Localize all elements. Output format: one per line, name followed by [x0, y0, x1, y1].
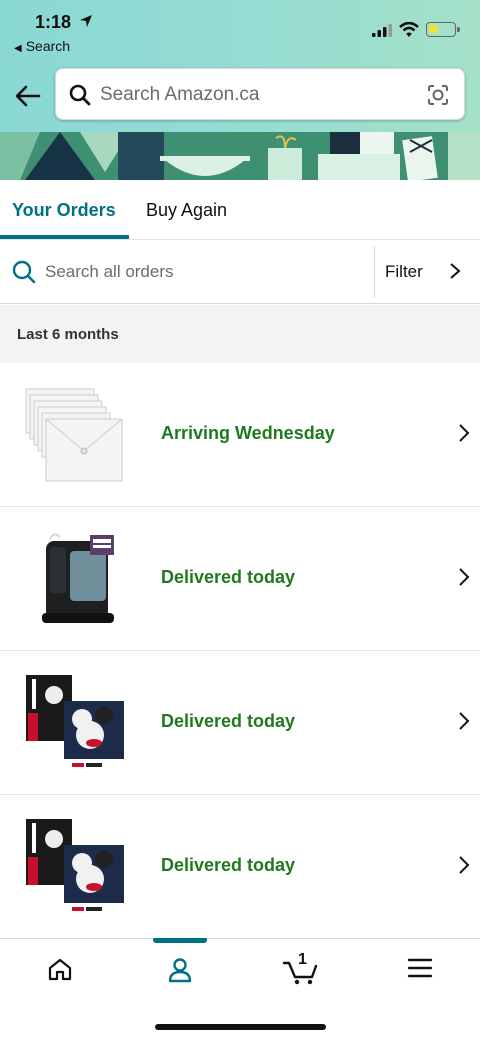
chevron-right-icon [459, 568, 470, 586]
cart-count-badge: 1 [298, 951, 307, 968]
clock: 1:18 [35, 12, 72, 32]
order-search-bar: Filter [0, 240, 480, 304]
section-title: Last 6 months [17, 326, 119, 343]
home-indicator [155, 1024, 326, 1030]
order-status: Delivered today [161, 855, 296, 875]
holiday-banner [0, 132, 480, 180]
clear-envelopes-thumbnail [25, 388, 123, 482]
order-tabs: Your Orders Buy Again [0, 180, 480, 240]
status-bar: 1:18 ◀ Search [0, 10, 480, 54]
back-triangle-icon: ◀ [14, 43, 22, 54]
order-status: Arriving Wednesday [161, 423, 335, 443]
back-to-app-link[interactable]: ◀ Search [14, 38, 70, 54]
nav-home[interactable] [0, 939, 120, 999]
nav-account[interactable] [120, 939, 240, 999]
header: 1:18 ◀ Search [0, 0, 480, 132]
order-row[interactable]: Delivered today [0, 651, 480, 795]
lego-mickey-art-thumbnail [26, 819, 124, 911]
tab-your-orders[interactable]: Your Orders [12, 200, 116, 221]
tab-buy-again[interactable]: Buy Again [146, 200, 227, 221]
order-row[interactable]: Delivered today [0, 507, 480, 651]
order-status: Delivered today [161, 711, 296, 731]
order-status: Delivered today [161, 567, 296, 587]
menu-icon [407, 958, 433, 978]
chevron-right-icon [459, 856, 470, 874]
bottom-nav: 1 [0, 938, 480, 1039]
nav-cart[interactable] [240, 939, 360, 999]
filter-button[interactable]: Filter [374, 240, 480, 304]
order-row[interactable]: Delivered today [0, 795, 480, 939]
wifi-icon [399, 22, 419, 37]
amazon-search-box[interactable] [55, 68, 465, 120]
humidifier-thumbnail [42, 533, 114, 623]
filter-label: Filter [385, 262, 423, 281]
search-input[interactable] [100, 79, 420, 111]
back-app-label: Search [25, 38, 71, 54]
back-arrow-icon[interactable] [14, 84, 42, 108]
section-header: Last 6 months [0, 305, 480, 363]
search-icon [69, 84, 91, 106]
lego-mickey-art-thumbnail [26, 675, 124, 767]
active-tab-indicator [0, 235, 129, 239]
cellular-signal-icon [372, 24, 392, 37]
camera-scan-icon[interactable] [426, 83, 450, 107]
order-row[interactable]: Arriving Wednesday [0, 363, 480, 507]
chevron-right-icon [450, 263, 461, 279]
location-arrow-icon [80, 15, 92, 27]
home-icon [48, 958, 72, 981]
search-icon [12, 260, 36, 284]
chevron-right-icon [459, 424, 470, 442]
chevron-right-icon [459, 712, 470, 730]
battery-icon [426, 22, 460, 37]
account-icon [168, 958, 192, 983]
search-orders-input[interactable] [45, 257, 365, 287]
nav-menu[interactable] [360, 939, 480, 999]
